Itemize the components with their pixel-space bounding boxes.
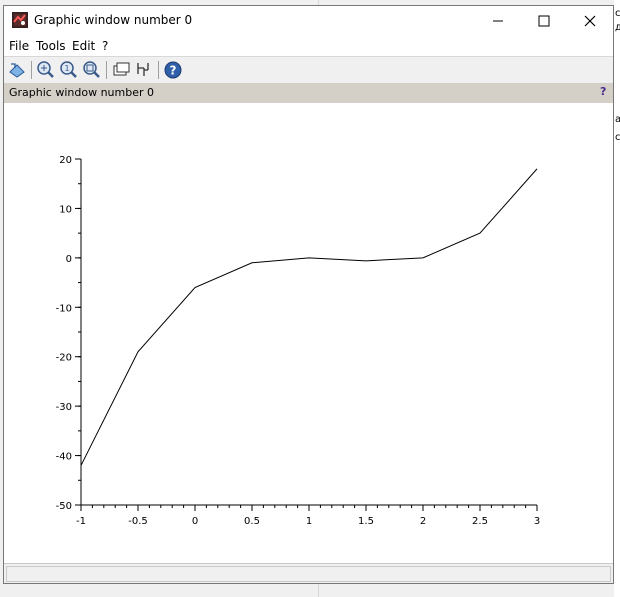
x-tick-label: 2.5 (472, 516, 488, 527)
window-title: Graphic window number 0 (34, 13, 193, 27)
info-bar-text: Graphic window number 0 (9, 86, 154, 99)
minimize-icon (493, 20, 503, 22)
background-text: с (615, 132, 620, 143)
toolbar-separator (106, 61, 107, 79)
y-tick-label: 10 (59, 204, 72, 215)
help-icon: ? (164, 61, 182, 79)
background-text: д (615, 22, 620, 33)
plot-area[interactable]: -1 -0.5 0 0.5 1 1.5 2 2.5 3 20 10 0 -10 -20 -30 -40 -50 (4, 103, 613, 563)
background-text: c (615, 8, 620, 19)
y-tick-label: -10 (56, 303, 72, 314)
status-field (6, 566, 611, 582)
y-tick-label: -40 (56, 452, 72, 463)
menu-bar: File Tools Edit ? (4, 36, 613, 56)
datatip-manager-icon (137, 63, 149, 76)
y-tick-label: 20 (59, 155, 72, 166)
help-button[interactable]: ? (163, 60, 183, 80)
datatip-button[interactable] (111, 60, 131, 80)
x-tick-label: 1.5 (358, 516, 374, 527)
maximize-button[interactable] (521, 6, 567, 36)
zoom-icon (37, 61, 54, 78)
maximize-icon (538, 15, 550, 27)
menu-edit[interactable]: Edit (72, 39, 95, 53)
data-series-line (80, 168, 538, 466)
background-window (614, 0, 620, 597)
toolbar-separator (158, 61, 159, 79)
graphic-window: Graphic window number 0 File Tools Edit … (3, 5, 614, 584)
unzoom-button[interactable]: 1 (59, 60, 79, 80)
menu-file[interactable]: File (9, 39, 29, 53)
line-chart: -1 -0.5 0 0.5 1 1.5 2 2.5 3 20 10 0 -10 -20 -30 -40 -50 (56, 155, 541, 527)
svg-text:?: ? (170, 64, 177, 78)
rotate-icon (9, 63, 25, 78)
x-tick-label: 0 (192, 516, 198, 527)
toolbar-separator (31, 61, 32, 79)
datatip-icon (113, 62, 130, 76)
info-help-link[interactable]: ? (600, 85, 606, 98)
unzoom-icon: 1 (60, 61, 77, 78)
rotate-button[interactable] (7, 60, 27, 80)
x-tick-label: 3 (534, 516, 540, 527)
minimize-button[interactable] (475, 6, 521, 36)
x-tick-label: -0.5 (128, 516, 148, 527)
svg-text:1: 1 (65, 64, 70, 73)
zoom-area-button[interactable] (82, 60, 102, 80)
scilab-graphic-icon (12, 12, 28, 28)
background-divider (318, 584, 319, 597)
status-bar (4, 563, 613, 583)
x-tick-label: 0.5 (244, 516, 260, 527)
toolbar: 1 ? (4, 57, 613, 83)
y-tick-label: -50 (56, 501, 72, 512)
info-bar: Graphic window number 0 ? (4, 83, 613, 103)
background-text: аа (615, 114, 620, 125)
y-tick-label: 0 (66, 254, 72, 265)
x-tick-label: 1 (306, 516, 312, 527)
zoom-button[interactable] (36, 60, 56, 80)
close-button[interactable] (567, 6, 613, 36)
menu-tools[interactable]: Tools (36, 39, 66, 53)
x-tick-label: -1 (76, 516, 86, 527)
y-tick-label: -30 (56, 402, 72, 413)
datatip-manager-button[interactable] (134, 60, 154, 80)
y-tick-label: -20 (56, 353, 72, 364)
menu-help[interactable]: ? (102, 39, 108, 53)
x-tick-label: 2 (420, 516, 426, 527)
title-bar[interactable]: Graphic window number 0 (4, 6, 613, 36)
zoom-area-icon (83, 61, 100, 78)
close-icon (584, 15, 596, 27)
